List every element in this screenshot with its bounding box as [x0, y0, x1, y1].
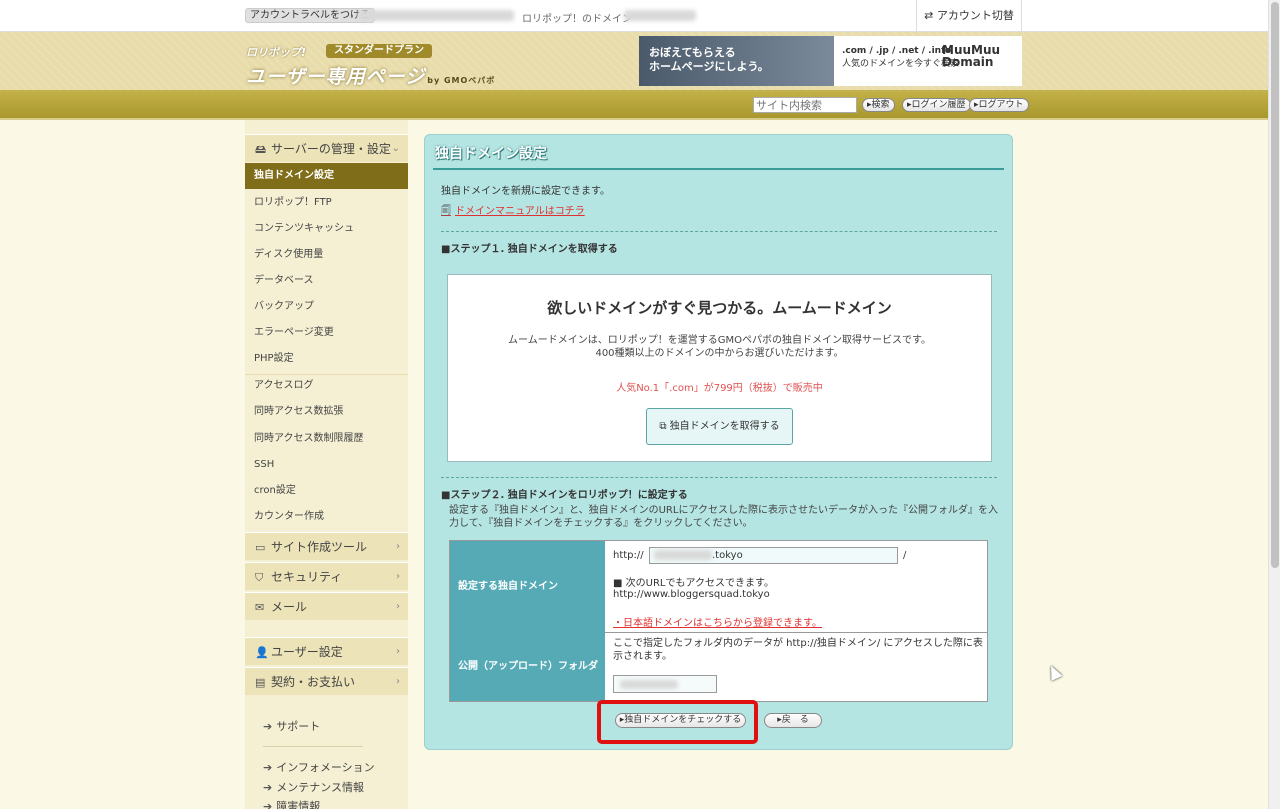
chevron-down-icon: ⌄: [391, 143, 400, 154]
blurred-folder-name: [620, 680, 678, 689]
login-history-button[interactable]: ▸ログイン履歴: [902, 98, 971, 112]
www-url-text: http://www.bloggersquad.tokyo: [613, 589, 770, 600]
top-bar: アカウントラベルをつける ロリポップ！のドメイン ⇄ アカウント切替: [0, 0, 1268, 32]
sidebar-item-counter[interactable]: カウンター作成: [245, 504, 408, 530]
japanese-domain-link[interactable]: ・日本語ドメインはこちらから登録できます。: [613, 614, 822, 629]
scrollbar[interactable]: [1268, 0, 1280, 809]
sidebar-item-error-page[interactable]: エラーページ変更: [245, 320, 408, 346]
folder-description: ここで指定したフォルダ内のデータが http://独自ドメイン/ にアクセスした…: [613, 638, 983, 662]
sidebar-item-concurrent-history[interactable]: 同時アクセス数制限履歴: [245, 426, 408, 452]
manual-link[interactable]: 🗐 ドメインマニュアルはコチラ: [441, 202, 585, 221]
server-icon: 🖴: [255, 143, 267, 156]
muumuu-banner[interactable]: おぼえてもらえる ホームページにしよう。 .com / .jp / .net /…: [639, 36, 1022, 86]
blurred-domain-name: [654, 550, 712, 560]
chevron-right-icon: ›: [396, 676, 400, 687]
sidebar-link-maintenance[interactable]: ➔ メンテナンス情報: [263, 779, 364, 795]
switch-icon: ⇄: [924, 9, 934, 22]
sidebar-item-backup[interactable]: バックアップ: [245, 294, 408, 320]
blurred-domain: [624, 10, 696, 21]
dashed-divider: [441, 231, 997, 232]
sidebar-item-disk[interactable]: ディスク使用量: [245, 242, 408, 268]
plan-badge: スタンダードプラン: [326, 44, 432, 58]
domain-form-table: 設定する独自ドメイン http:// .tokyo / ■ 次のURLでもアクセ…: [449, 540, 988, 702]
sidebar-item-ssh[interactable]: SSH: [245, 452, 408, 478]
folder-row-cell: ここで指定したフォルダ内のデータが http://独自ドメイン/ にアクセスした…: [605, 633, 987, 701]
highlight-box: [597, 700, 758, 744]
sidebar-item-ftp[interactable]: ロリポップ！FTP: [245, 190, 408, 216]
blurred-account-id: [358, 10, 514, 21]
sidebar-group-billing[interactable]: ▤ 契約・お支払い ›: [245, 667, 408, 695]
intro-text: 独自ドメインを新規に設定できます。: [441, 186, 610, 197]
back-button[interactable]: ▸戻 る: [764, 713, 822, 728]
chevron-right-icon: ›: [396, 601, 400, 612]
nav-band: ▸検索 ▸ログイン履歴 ▸ログアウト: [0, 90, 1268, 120]
mail-icon: ✉: [255, 601, 265, 614]
arrow-right-icon: ➔: [263, 781, 273, 794]
sidebar-link-outage[interactable]: ➔ 障害情報: [263, 798, 320, 809]
sidebar-item-concurrent[interactable]: 同時アクセス数拡張: [245, 399, 408, 425]
promo-price: 人気No.1「.com」が799円（税抜）で販売中: [616, 383, 823, 394]
banner-right: .com / .jp / .net / .info 人気のドメインを今すぐ検索 …: [834, 36, 1022, 86]
sidebar-item-domain[interactable]: 独自ドメイン設定: [245, 163, 408, 189]
also-access-text: ■ 次のURLでもアクセスできます。: [613, 578, 774, 589]
user-page-title[interactable]: ユーザー専用ページ by GMOペパボ: [246, 62, 495, 89]
get-domain-button[interactable]: ⧉ 独自ドメインを取得する: [646, 408, 793, 445]
lolipop-logo[interactable]: ロリポップ!: [246, 44, 306, 60]
promo-description: ムームードメインは、ロリポップ！を運営するGMOペパボの独自ドメイン取得サービス…: [508, 335, 931, 359]
domain-settings-panel: 独自ドメイン設定 独自ドメインを新規に設定できます。 🗐 ドメインマニュアルはコチ…: [424, 134, 1013, 750]
chevron-right-icon: ›: [396, 646, 400, 657]
public-folder-input[interactable]: [613, 675, 717, 693]
user-icon: 👤: [255, 646, 269, 659]
muumuu-logo: MuuMuu Domain: [942, 43, 1001, 69]
domain-row-cell: http:// .tokyo / ■ 次のURLでもアクセスできます。 http…: [605, 541, 987, 632]
external-link-icon: ⧉: [659, 421, 667, 432]
step1-heading: ■ステップ１. 独自ドメインを取得する: [441, 244, 618, 255]
arrow-right-icon: ➔: [263, 720, 273, 733]
card-icon: ▤: [255, 676, 266, 689]
muumuu-promo-box: 欲しいドメインがすぐ見つかる。ムームードメイン ムームードメインは、ロリポップ！…: [447, 274, 992, 462]
sidebar-item-database[interactable]: データベース: [245, 268, 408, 294]
sidebar-item-php[interactable]: PHP設定: [245, 346, 408, 372]
mouse-cursor-icon: [1045, 663, 1063, 681]
arrow-right-icon: ➔: [263, 761, 273, 774]
site-search-input[interactable]: [753, 97, 857, 113]
sidebar-divider: [263, 746, 363, 747]
scrollbar-thumb[interactable]: [1271, 2, 1279, 568]
dashed-divider: [441, 477, 997, 478]
account-label-button[interactable]: アカウントラベルをつける: [245, 8, 375, 23]
book-icon: 🗐: [441, 206, 451, 217]
sidebar-group-site-tools[interactable]: ▭ サイト作成ツール ›: [245, 532, 408, 560]
logout-button[interactable]: ▸ログアウト: [969, 98, 1029, 112]
domain-input[interactable]: .tokyo: [649, 547, 898, 564]
sidebar-item-access-log[interactable]: アクセスログ: [245, 373, 408, 399]
shield-icon: ⛉: [255, 571, 264, 584]
chevron-right-icon: ›: [396, 571, 400, 582]
sidebar-item-cache[interactable]: コンテンツキャッシュ: [245, 216, 408, 242]
step2-heading: ■ステップ２. 独自ドメインをロリポップ！に設定する: [441, 490, 688, 501]
sidebar-group-server[interactable]: 🖴 サーバーの管理・設定 ⌄: [245, 134, 408, 162]
laptop-icon: ▭: [255, 541, 266, 554]
promo-heading: 欲しいドメインがすぐ見つかる。ムームードメイン: [547, 299, 892, 317]
title-rule: [433, 168, 1004, 170]
search-button[interactable]: ▸検索: [862, 98, 895, 112]
sidebar-item-cron[interactable]: cron設定: [245, 478, 408, 504]
sidebar-group-security[interactable]: ⛉ セキュリティ ›: [245, 562, 408, 590]
domain-row-label: 設定する独自ドメイン: [450, 541, 605, 632]
sidebar-group-mail[interactable]: ✉ メール ›: [245, 592, 408, 620]
sidebar: 🖴 サーバーの管理・設定 ⌄ 独自ドメイン設定 ロリポップ！FTP コンテンツキャッ…: [245, 120, 408, 809]
folder-row-label: 公開（アップロード）フォルダ: [450, 632, 605, 701]
sidebar-link-info[interactable]: ➔ インフォメーション: [263, 759, 375, 775]
top-domain-text: ロリポップ！のドメイン: [522, 14, 632, 25]
step2-description: 設定する『独自ドメイン』と、独自ドメインのURLにアクセスした際に表示させたいデ…: [449, 505, 998, 529]
arrow-right-icon: ➔: [263, 800, 273, 809]
account-switch-button[interactable]: ⇄ アカウント切替: [916, 0, 1022, 32]
page-title: 独自ドメイン設定: [435, 146, 547, 162]
sidebar-group-user[interactable]: 👤 ユーザー設定 ›: [245, 637, 408, 665]
banner-left: おぼえてもらえる ホームページにしよう。: [639, 36, 834, 86]
chevron-right-icon: ›: [396, 541, 400, 552]
sidebar-link-support[interactable]: ➔ サポート: [263, 718, 320, 734]
header: ロリポップ! スタンダードプラン ユーザー専用ページ by GMOペパボ おぼえて…: [0, 32, 1268, 90]
